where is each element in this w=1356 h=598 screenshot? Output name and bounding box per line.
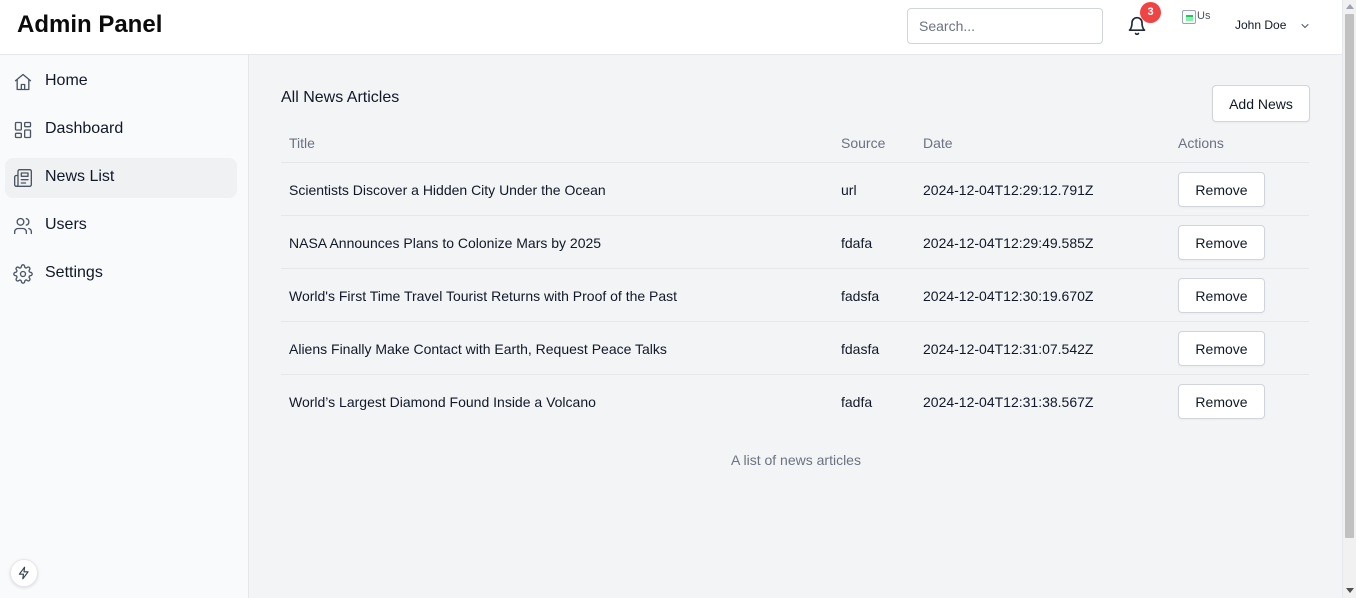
- user-name[interactable]: John Doe: [1235, 18, 1286, 32]
- home-icon: [14, 73, 32, 91]
- column-header-source: Source: [841, 135, 886, 151]
- add-news-button[interactable]: Add News: [1212, 85, 1310, 122]
- page-title: All News Articles: [281, 89, 400, 106]
- column-header-title: Title: [289, 135, 315, 151]
- row-source: url: [841, 182, 857, 198]
- row-source: fadsfa: [841, 288, 880, 304]
- sidebar-item-label: Home: [45, 72, 88, 89]
- remove-button[interactable]: Remove: [1178, 278, 1265, 313]
- table-row: World's First Time Travel Tourist Return…: [281, 269, 1309, 322]
- dev-tools-button[interactable]: [10, 559, 38, 587]
- column-header-date: Date: [923, 135, 953, 151]
- users-icon: [14, 217, 32, 235]
- sidebar: Home Dashboard News List Users Settings: [0, 55, 249, 598]
- row-date: 2024-12-04T12:30:19.670Z: [923, 288, 1094, 304]
- search-input[interactable]: [907, 8, 1103, 44]
- row-date: 2024-12-04T12:31:07.542Z: [923, 341, 1094, 357]
- row-source: fadfa: [841, 394, 873, 410]
- row-title: Aliens Finally Make Contact with Earth, …: [289, 341, 667, 357]
- remove-button[interactable]: Remove: [1178, 172, 1265, 207]
- row-title: Scientists Discover a Hidden City Under …: [289, 182, 606, 198]
- row-date: 2024-12-04T12:29:12.791Z: [923, 182, 1094, 198]
- table-header: Title Source Date Actions: [281, 122, 1309, 163]
- sidebar-item-label: Users: [45, 216, 87, 233]
- top-header: Admin Panel 3 Us John Doe: [0, 0, 1342, 55]
- scrollbar-thumb[interactable]: [1345, 14, 1354, 538]
- avatar-alt-text: Us: [1197, 10, 1211, 22]
- scroll-up-arrow-icon[interactable]: [1346, 4, 1354, 9]
- row-source: fdasfa: [841, 341, 880, 357]
- dashboard-icon: [14, 121, 32, 139]
- column-header-actions: Actions: [1178, 135, 1224, 151]
- sidebar-item-news-list[interactable]: News List: [5, 158, 237, 198]
- lightning-icon: [18, 566, 29, 580]
- sidebar-item-label: Dashboard: [45, 120, 124, 137]
- remove-button[interactable]: Remove: [1178, 331, 1265, 366]
- avatar[interactable]: Us: [1182, 10, 1216, 30]
- broken-image-icon: [1182, 10, 1196, 24]
- row-source: fdafa: [841, 235, 873, 251]
- table-row: World’s Largest Diamond Found Inside a V…: [281, 375, 1309, 428]
- table-row: NASA Announces Plans to Colonize Mars by…: [281, 216, 1309, 269]
- sidebar-item-label: News List: [45, 168, 115, 185]
- scroll-down-arrow-icon[interactable]: [1346, 588, 1354, 593]
- table-caption: A list of news articles: [731, 452, 861, 468]
- chevron-down-icon[interactable]: [1299, 20, 1311, 32]
- table-row: Scientists Discover a Hidden City Under …: [281, 163, 1309, 216]
- sidebar-item-label: Settings: [45, 264, 103, 281]
- sidebar-item-dashboard[interactable]: Dashboard: [5, 110, 237, 150]
- sidebar-item-settings[interactable]: Settings: [5, 254, 237, 294]
- notification-badge: 3: [1140, 2, 1161, 23]
- settings-icon: [13, 264, 33, 284]
- app-title: Admin Panel: [17, 11, 163, 38]
- table-row: Aliens Finally Make Contact with Earth, …: [281, 322, 1309, 375]
- sidebar-item-users[interactable]: Users: [5, 206, 237, 246]
- row-title: World’s Largest Diamond Found Inside a V…: [289, 394, 596, 410]
- row-title: NASA Announces Plans to Colonize Mars by…: [289, 235, 602, 251]
- row-date: 2024-12-04T12:31:38.567Z: [923, 394, 1094, 410]
- remove-button[interactable]: Remove: [1178, 384, 1265, 419]
- newspaper-icon: [14, 169, 32, 187]
- row-title: World's First Time Travel Tourist Return…: [289, 288, 678, 304]
- sidebar-item-home[interactable]: Home: [5, 62, 237, 102]
- main-content: All News Articles Add News Title Source …: [250, 55, 1342, 598]
- page-scrollbar[interactable]: [1342, 0, 1356, 598]
- news-table: Title Source Date Actions Scientists Dis…: [281, 122, 1309, 428]
- row-date: 2024-12-04T12:29:49.585Z: [923, 235, 1094, 251]
- remove-button[interactable]: Remove: [1178, 225, 1265, 260]
